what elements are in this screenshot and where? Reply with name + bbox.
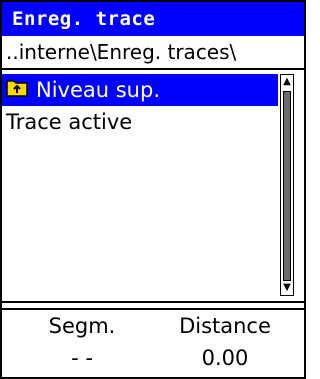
footer-divider bbox=[2, 303, 304, 310]
track-log-window: Enreg. trace ..interne\Enreg. traces\ Ni… bbox=[0, 0, 306, 379]
current-path: ..interne\Enreg. traces\ bbox=[2, 36, 304, 70]
segments-label: Segm. bbox=[48, 314, 116, 338]
track-info-panel: Segm. Distance - - 0.00 bbox=[2, 301, 304, 377]
list-item-parent-folder[interactable]: Niveau sup. bbox=[2, 74, 278, 106]
distance-label: Distance bbox=[179, 314, 271, 338]
list-item-label: Niveau sup. bbox=[36, 78, 161, 102]
segments-value: - - bbox=[71, 346, 93, 370]
vertical-scrollbar[interactable]: ▲ ▼ bbox=[280, 74, 294, 296]
scroll-up-arrow-icon[interactable]: ▲ bbox=[281, 75, 293, 89]
window-title: Enreg. trace bbox=[2, 2, 304, 36]
distance-value: 0.00 bbox=[201, 346, 249, 370]
folder-up-icon bbox=[6, 74, 28, 106]
scroll-thumb[interactable] bbox=[283, 91, 291, 281]
file-list: Niveau sup. Trace active bbox=[2, 72, 304, 301]
list-item-active-track[interactable]: Trace active bbox=[6, 106, 132, 138]
scroll-down-arrow-icon[interactable]: ▼ bbox=[281, 281, 293, 295]
list-item-label: Trace active bbox=[6, 110, 133, 134]
